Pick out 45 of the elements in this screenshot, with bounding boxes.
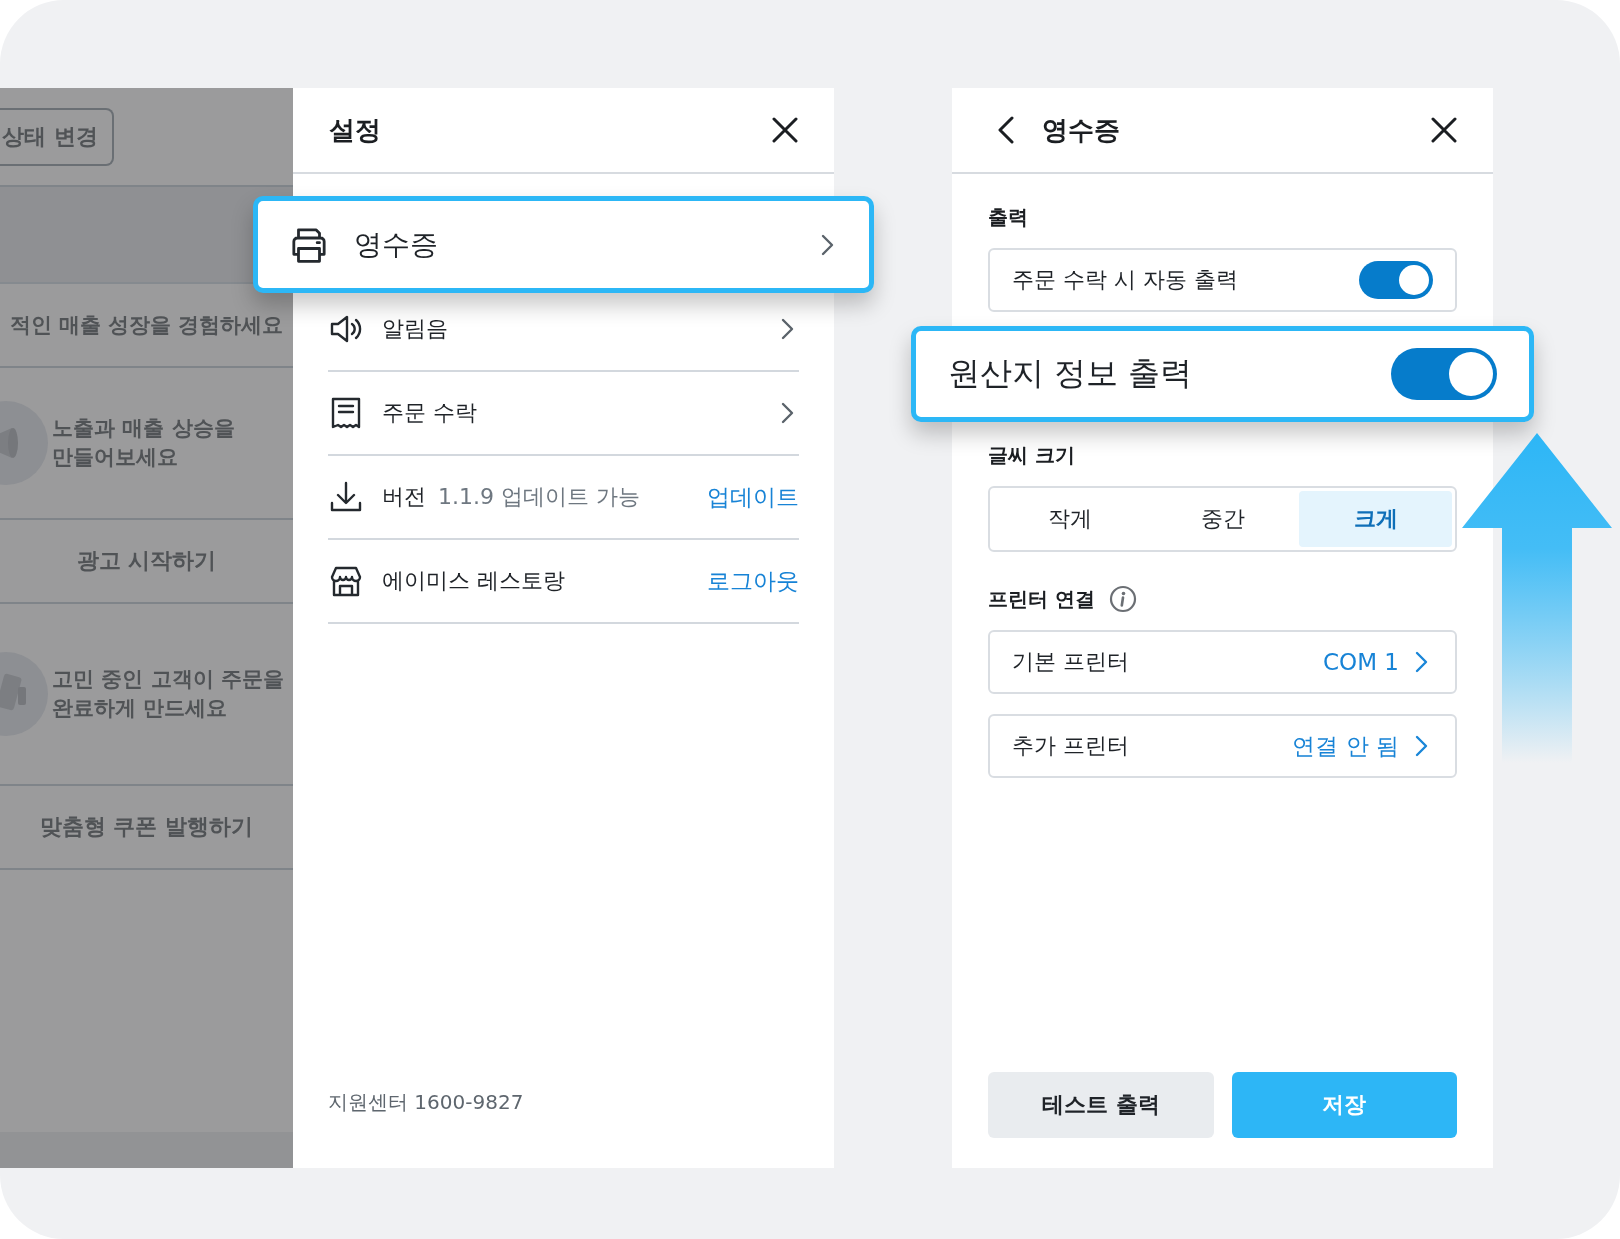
printer-row[interactable]: 추가 프린터 연결 안 됨: [988, 714, 1457, 778]
close-icon[interactable]: [772, 117, 798, 143]
test-print-button[interactable]: 테스트 출력: [988, 1072, 1214, 1138]
setting-label: 추가 프린터: [1012, 732, 1130, 760]
menu-item[interactable]: 버전 1.1.9 업데이트 가능 업데이트: [328, 456, 799, 540]
printer-row[interactable]: 기본 프린터 COM 1: [988, 630, 1457, 694]
setting-label: 주문 수락 시 자동 출력: [1012, 266, 1239, 294]
segment-option[interactable]: 크게: [1299, 491, 1452, 547]
promo-text: 노출과 매출 상승을 만들어보세요: [52, 414, 235, 471]
highlighted-menu-item[interactable]: 영수증: [253, 196, 874, 293]
chevron-right-icon[interactable]: [781, 402, 795, 424]
promo-text: 고민 중인 고객이 주문을 완료하게 만드세요: [52, 665, 284, 722]
action-link[interactable]: 로그아웃: [707, 565, 799, 597]
menu-item[interactable]: 에이미스 레스토랑 로그아웃: [328, 540, 799, 624]
banner-text: 적인 매출 성장을 경험하세요: [9, 312, 284, 339]
toggle-switch[interactable]: [1391, 348, 1497, 400]
menu-label: 주문 수락: [382, 399, 477, 427]
section-label: 출력: [988, 203, 1028, 231]
chevron-right-icon[interactable]: [1415, 651, 1429, 673]
menu-label: 영수증: [354, 226, 438, 263]
printer-value: 연결 안 됨: [1292, 731, 1399, 761]
menu-item[interactable]: 주문 수락: [328, 372, 799, 456]
setting-label: 기본 프린터: [1012, 648, 1130, 676]
section-label: 글씨 크기: [988, 441, 1075, 469]
info-icon[interactable]: [1108, 585, 1137, 613]
back-icon[interactable]: [998, 116, 1014, 144]
panel-title: 설정: [329, 113, 382, 147]
setting-label: 원산지 정보 출력: [948, 353, 1194, 394]
support-text: 지원센터 1600-9827: [327, 1089, 525, 1116]
action-link[interactable]: 업데이트: [707, 481, 799, 513]
printer-value: COM 1: [1323, 649, 1399, 675]
menu-label: 버전: [382, 483, 426, 511]
toggle-switch[interactable]: [1359, 261, 1433, 299]
menu-item[interactable]: 알림음: [328, 288, 799, 372]
panel-title: 영수증: [1042, 113, 1121, 147]
close-icon[interactable]: [1431, 117, 1457, 143]
version-text: 1.1.9 업데이트 가능: [438, 483, 640, 511]
menu-label: 에이미스 레스토랑: [382, 567, 565, 595]
segment-option[interactable]: 중간: [1146, 491, 1299, 547]
segment-option[interactable]: 작게: [993, 491, 1146, 547]
chevron-right-icon[interactable]: [1415, 735, 1429, 757]
section-label: 프린터 연결: [988, 585, 1095, 613]
menu-label: 알림음: [382, 315, 448, 343]
chevron-right-icon[interactable]: [781, 318, 795, 340]
chevron-right-icon[interactable]: [821, 233, 835, 256]
